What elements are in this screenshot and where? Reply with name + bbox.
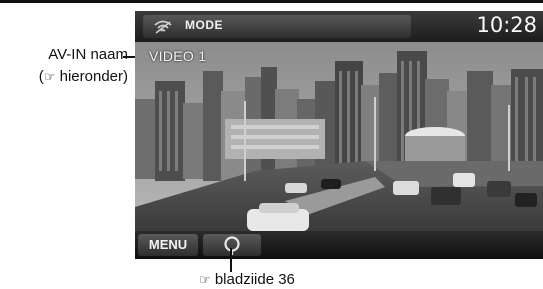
wireless-icon (154, 20, 172, 34)
top-rule (0, 0, 543, 3)
callout-label: AV-IN naam (48, 46, 128, 63)
clock: 10:28 (476, 13, 537, 37)
menu-button[interactable]: MENU (138, 234, 198, 256)
page-reference: ☞ bladziide 36 (199, 271, 295, 288)
video-screen: MODE 10:28 VIDEO 1 MENU (135, 11, 543, 259)
top-bar: MODE 10:28 (135, 11, 543, 42)
source-name-callout: AV-IN naam (☞ hieronder) (0, 44, 128, 89)
source-name: VIDEO 1 (149, 48, 207, 64)
pointing-hand-icon: ☞ (43, 70, 56, 85)
bottom-bar: MENU (135, 231, 543, 259)
mode-label: MODE (185, 18, 223, 32)
pointing-hand-icon: ☞ (199, 273, 211, 288)
callout-reference: (☞ hieronder) (0, 66, 128, 89)
search-icon (224, 236, 240, 255)
mode-button[interactable]: MODE (143, 15, 411, 38)
page-ref-leader-line (230, 248, 232, 272)
search-button[interactable] (203, 234, 261, 256)
callout-ref-text: hieronder) (59, 68, 128, 85)
page-ref-text: bladziide 36 (214, 271, 295, 288)
